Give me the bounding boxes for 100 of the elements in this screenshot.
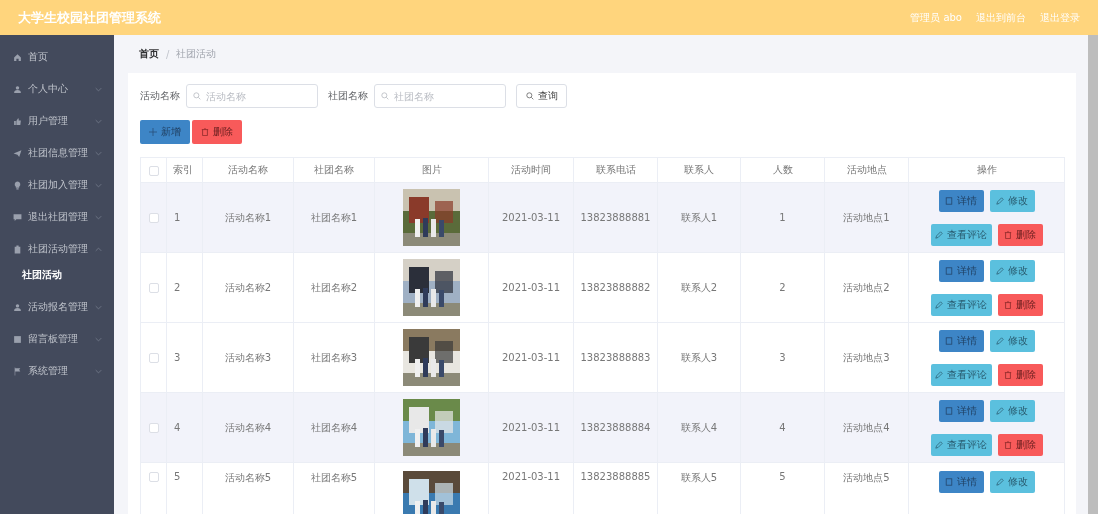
table-cell: 活动名称2 [224, 281, 272, 293]
edit-button[interactable]: 修改 [989, 329, 1035, 352]
table-cell: 2021-03-11 [501, 212, 561, 223]
sidebar-item[interactable]: 用户管理 [0, 105, 114, 137]
delete-button[interactable]: 删除 [997, 363, 1043, 386]
table-row[interactable]: 5 活动名称5 社团名称5 2021-03-11 13823888885 联系人5 5 活动地点5 详情 修改 [140, 462, 1065, 514]
table-cell: 社团名称2 [310, 281, 358, 293]
edit-button[interactable]: 修改 [989, 399, 1035, 422]
search-icon [525, 92, 534, 100]
square-icon [13, 334, 22, 344]
pencil-icon [935, 440, 943, 449]
sidebar-item[interactable]: 社团信息管理 [0, 137, 114, 169]
search-field[interactable]: 活动名称 [186, 84, 318, 108]
delete-button[interactable]: 删除 [997, 223, 1043, 246]
scrollbar[interactable] [1088, 35, 1098, 514]
table-cell: 活动地点2 [843, 281, 890, 293]
checkbox[interactable] [148, 283, 159, 293]
table-cell: 3 [174, 352, 181, 363]
table-cell: 13823888884 [580, 422, 651, 433]
field-label: 活动名称 [140, 89, 180, 103]
table-cell: 2021-03-11 [501, 352, 561, 363]
table-cell: 联系人2 [680, 281, 718, 293]
checkbox[interactable] [148, 472, 159, 482]
edit-button[interactable]: 修改 [989, 189, 1035, 212]
thumbs-up-icon [13, 116, 22, 126]
table-cell: 2021-03-11 [501, 282, 561, 293]
breadcrumb-item[interactable]: 首页 [139, 47, 159, 61]
table-cell: 联系人4 [680, 421, 718, 433]
column-header: 活动地点 [846, 164, 887, 175]
sidebar-item[interactable]: 退出社团管理 [0, 201, 114, 233]
table-cell: 活动名称1 [224, 211, 272, 223]
breadcrumb-item: 社团活动 [176, 47, 217, 61]
trash-icon [1004, 370, 1012, 379]
checkbox[interactable] [148, 423, 159, 433]
add-button[interactable]: 新增 [140, 120, 190, 144]
document-icon [945, 266, 953, 275]
checkbox[interactable] [148, 165, 159, 176]
plus-icon [149, 128, 157, 136]
edit-button[interactable]: 修改 [989, 259, 1035, 282]
comments-button[interactable]: 查看评论 [930, 363, 992, 386]
trash-icon [201, 128, 209, 136]
checkbox[interactable] [148, 353, 159, 363]
table-cell: 4 [779, 422, 786, 433]
detail-button[interactable]: 详情 [938, 471, 984, 493]
edit-button[interactable]: 修改 [989, 471, 1035, 493]
table-cell: 2 [174, 282, 181, 293]
column-header: 联系人 [684, 164, 714, 175]
sidebar-subitem[interactable]: 社团活动 [0, 262, 114, 288]
home-icon [13, 52, 22, 62]
pencil-icon [996, 196, 1004, 205]
column-header: 社团名称 [314, 164, 354, 175]
table-cell: 13823888885 [580, 471, 651, 482]
table-row[interactable]: 2 活动名称2 社团名称2 2021-03-11 13823888882 联系人2 2 活动地点2 详情 修改 查看评论 删除 [140, 252, 1065, 323]
table-row[interactable]: 3 活动名称3 社团名称3 2021-03-11 13823888883 联系人3 3 活动地点3 详情 修改 查看评论 删除 [140, 322, 1065, 393]
search-icon [193, 92, 201, 100]
column-header: 活动时间 [511, 164, 551, 175]
detail-button[interactable]: 详情 [938, 189, 984, 212]
table-row[interactable]: 4 活动名称4 社团名称4 2021-03-11 13823888884 联系人4 4 活动地点4 详情 修改 查看评论 删除 [140, 392, 1065, 463]
breadcrumb-separator: / [166, 48, 170, 60]
table-cell: 3 [779, 352, 786, 363]
comments-button[interactable]: 查看评论 [930, 293, 992, 316]
checkbox[interactable] [148, 213, 159, 223]
document-icon [945, 196, 953, 205]
delete-button[interactable]: 删除 [997, 293, 1043, 316]
pencil-icon [996, 266, 1004, 275]
sidebar-item[interactable]: 首页 [0, 41, 114, 73]
delete-button[interactable]: 删除 [192, 120, 242, 144]
table-cell: 2021-03-11 [501, 422, 561, 433]
user-icon [13, 302, 22, 312]
table-cell: 活动地点3 [843, 351, 890, 363]
table-cell: 活动名称5 [224, 472, 272, 483]
sidebar-item[interactable]: 系统管理 [0, 355, 114, 387]
delete-button[interactable]: 删除 [997, 433, 1043, 456]
sidebar-item[interactable]: 活动报名管理 [0, 291, 114, 323]
search-field[interactable]: 社团名称 [374, 84, 506, 108]
table-cell: 1 [174, 212, 181, 223]
pencil-icon [935, 300, 943, 309]
column-header: 联系电话 [595, 164, 636, 175]
chat-icon [13, 212, 22, 222]
comments-button[interactable]: 查看评论 [930, 433, 992, 456]
user-icon [13, 84, 22, 94]
comments-button[interactable]: 查看评论 [930, 223, 992, 246]
table-cell: 2021-03-11 [501, 471, 561, 482]
table-cell: 1 [779, 212, 786, 223]
document-icon [945, 336, 953, 345]
detail-button[interactable]: 详情 [938, 329, 984, 352]
sidebar-item[interactable]: 社团活动管理 [0, 233, 114, 265]
detail-button[interactable]: 详情 [938, 399, 984, 422]
table-row[interactable]: 1 活动名称1 社团名称1 2021-03-11 13823888881 联系人1 1 活动地点1 详情 修改 查看评论 删除 [140, 182, 1065, 253]
column-header: 活动名称 [228, 164, 268, 175]
table-cell: 13823888882 [580, 282, 651, 293]
detail-button[interactable]: 详情 [938, 259, 984, 282]
pencil-icon [996, 336, 1004, 345]
sidebar-item[interactable]: 个人中心 [0, 73, 114, 105]
sidebar-item[interactable]: 社团加入管理 [0, 169, 114, 201]
table-cell: 活动名称3 [224, 351, 272, 363]
trash-icon [1004, 300, 1012, 309]
search-button[interactable]: 查询 [516, 84, 567, 108]
table-cell: 活动地点1 [843, 211, 890, 223]
sidebar-item[interactable]: 留言板管理 [0, 323, 114, 355]
